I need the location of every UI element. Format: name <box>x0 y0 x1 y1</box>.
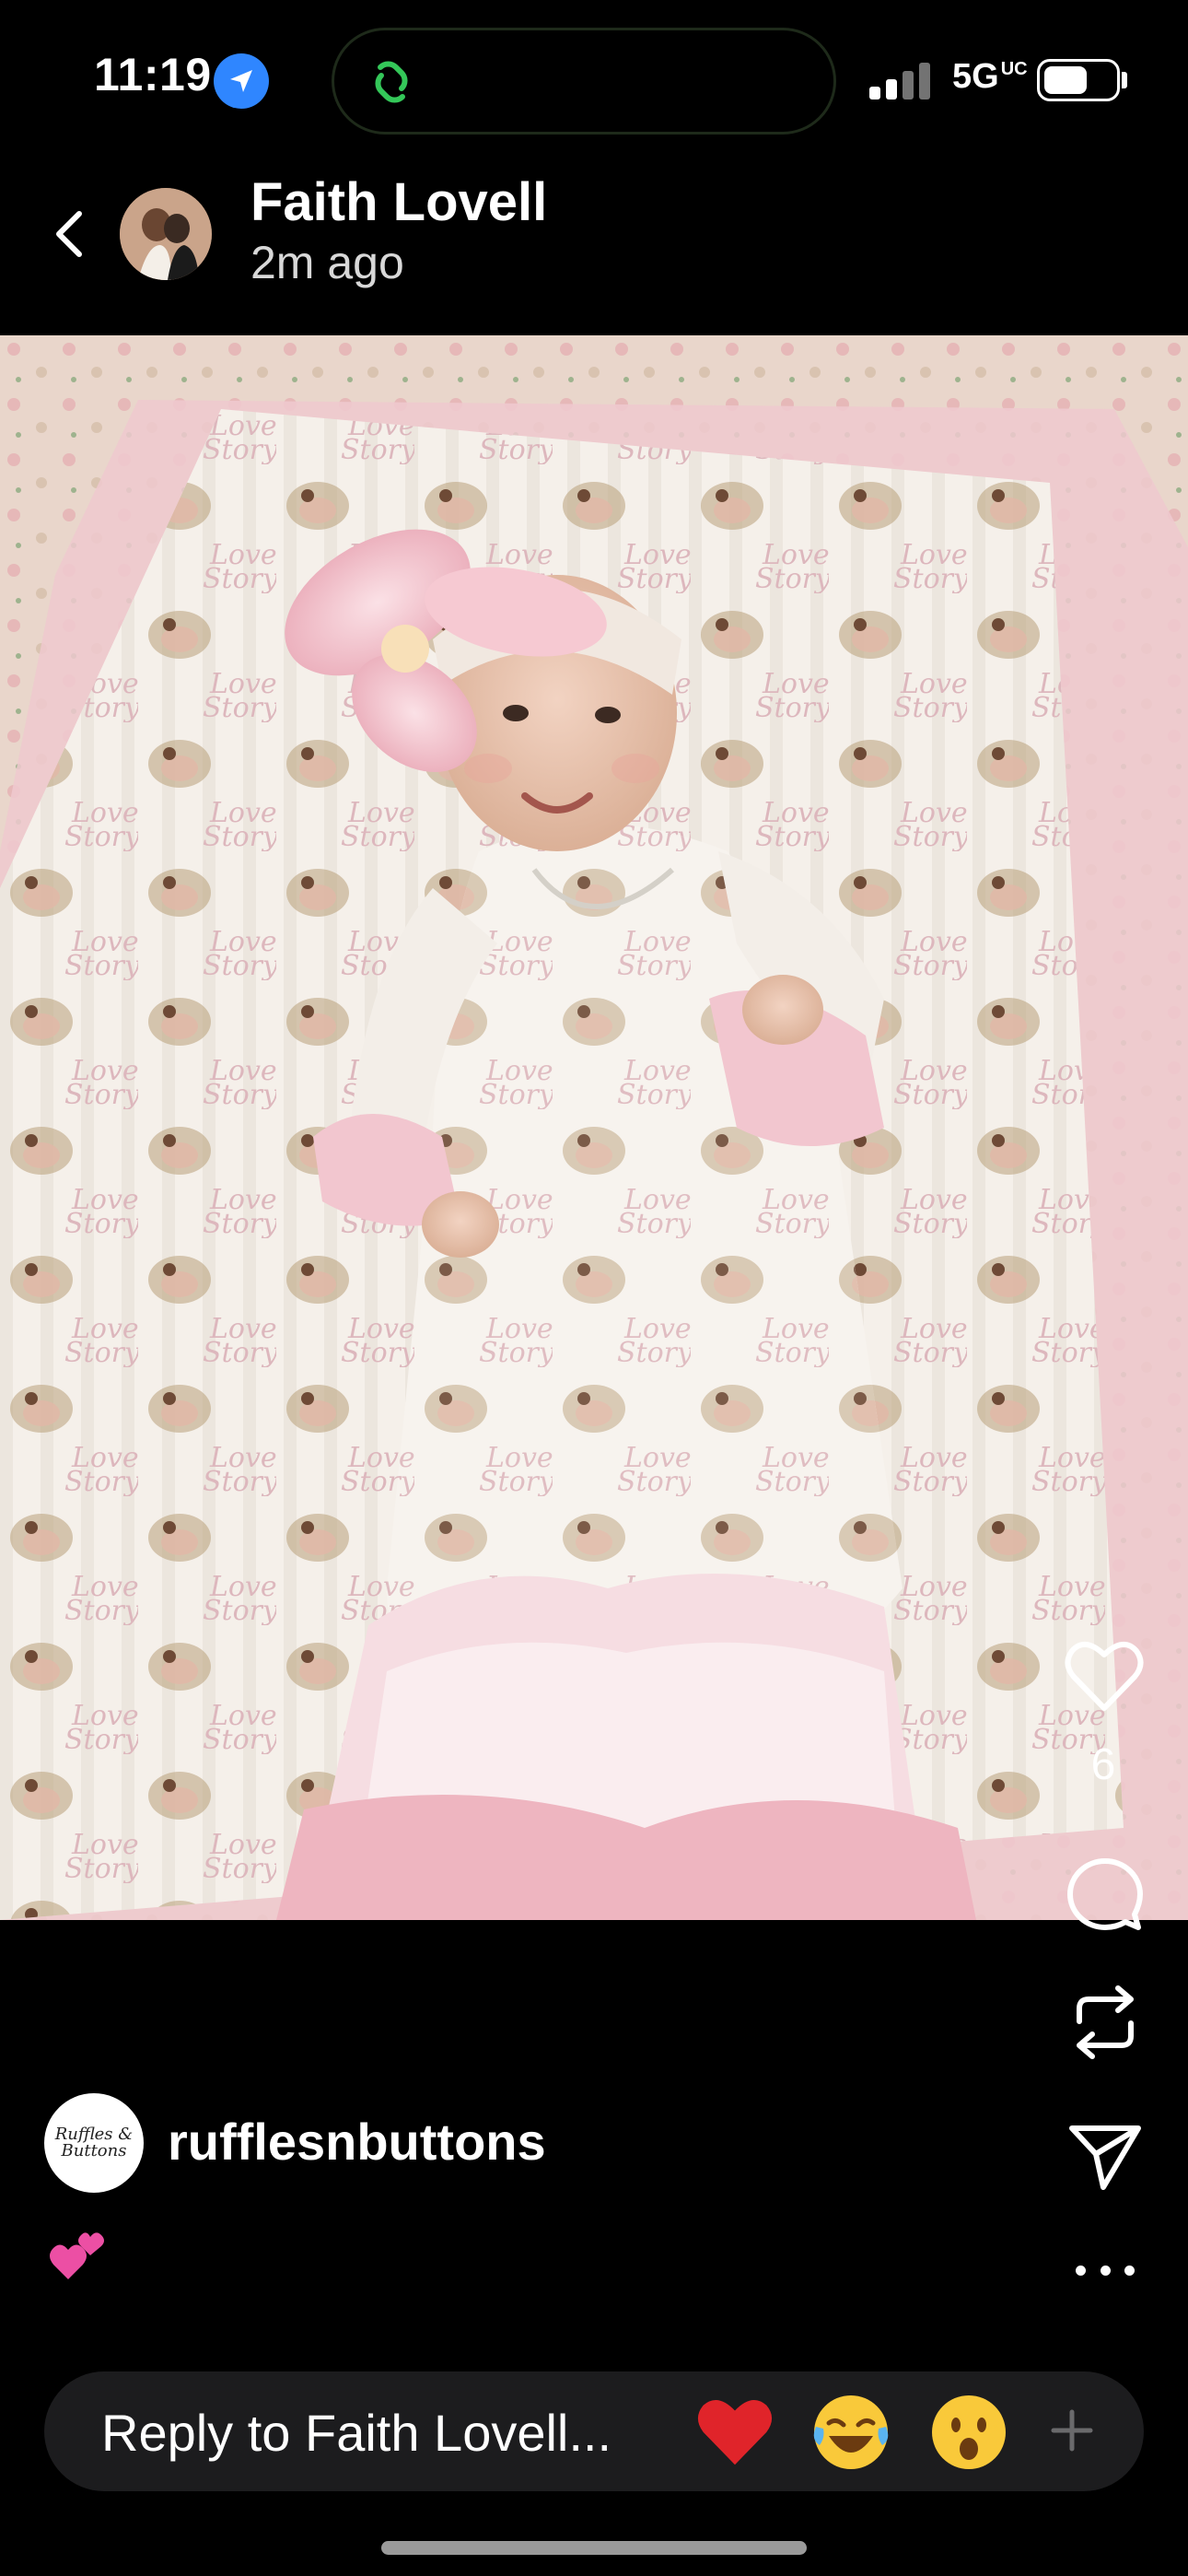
network-label: 5G UC <box>952 57 1028 96</box>
post-age: 2m ago <box>250 237 404 288</box>
reaction-heart[interactable] <box>691 2388 779 2476</box>
red-heart-icon <box>697 2400 773 2465</box>
chevron-left-icon <box>56 211 82 257</box>
battery-cap <box>1122 72 1127 88</box>
user-avatar[interactable] <box>120 188 212 280</box>
brand-name[interactable]: rufflesnbuttons <box>168 2112 546 2172</box>
signal-icon <box>869 61 932 100</box>
reply-input[interactable]: Reply to Faith Lovell... <box>101 2403 611 2463</box>
send-icon <box>1069 2125 1141 2190</box>
dynamic-island[interactable] <box>332 28 836 135</box>
back-button[interactable] <box>41 197 96 271</box>
user-name[interactable]: Faith Lovell <box>250 171 547 233</box>
heart-icon <box>1065 1642 1144 1711</box>
battery-icon <box>1037 59 1120 101</box>
send-button[interactable] <box>1066 2119 1144 2193</box>
add-reaction-button[interactable] <box>1044 2403 1100 2458</box>
caption-emoji <box>48 2228 107 2283</box>
reply-bar[interactable]: Reply to Faith Lovell... <box>44 2371 1144 2491</box>
surprised-face-icon <box>932 2395 1006 2469</box>
like-button[interactable] <box>1063 1638 1146 1715</box>
story-image[interactable]: Love Story <box>0 335 1188 1920</box>
brand-avatar[interactable]: Ruffles & Buttons <box>44 2093 144 2193</box>
plus-icon <box>1051 2409 1093 2452</box>
location-arrow-icon <box>214 53 269 109</box>
comment-button[interactable] <box>1066 1856 1144 1933</box>
reaction-wow[interactable] <box>925 2388 1013 2476</box>
repost-icon <box>1077 1985 1134 2059</box>
like-count: 6 <box>1090 1740 1116 1789</box>
comment-icon <box>1067 1858 1143 1930</box>
app-link-icon <box>375 61 408 103</box>
two-hearts-icon <box>50 2232 104 2279</box>
status-time: 11:19 <box>94 49 212 100</box>
reaction-laugh[interactable] <box>807 2388 895 2476</box>
laughing-face-icon <box>813 2395 889 2469</box>
home-indicator[interactable] <box>381 2541 807 2555</box>
status-bar: 11:19 5G UC <box>0 0 1188 157</box>
more-button[interactable] <box>1076 2252 1135 2289</box>
repost-button[interactable] <box>1066 1981 1144 2064</box>
more-icon <box>1076 2265 1086 2276</box>
